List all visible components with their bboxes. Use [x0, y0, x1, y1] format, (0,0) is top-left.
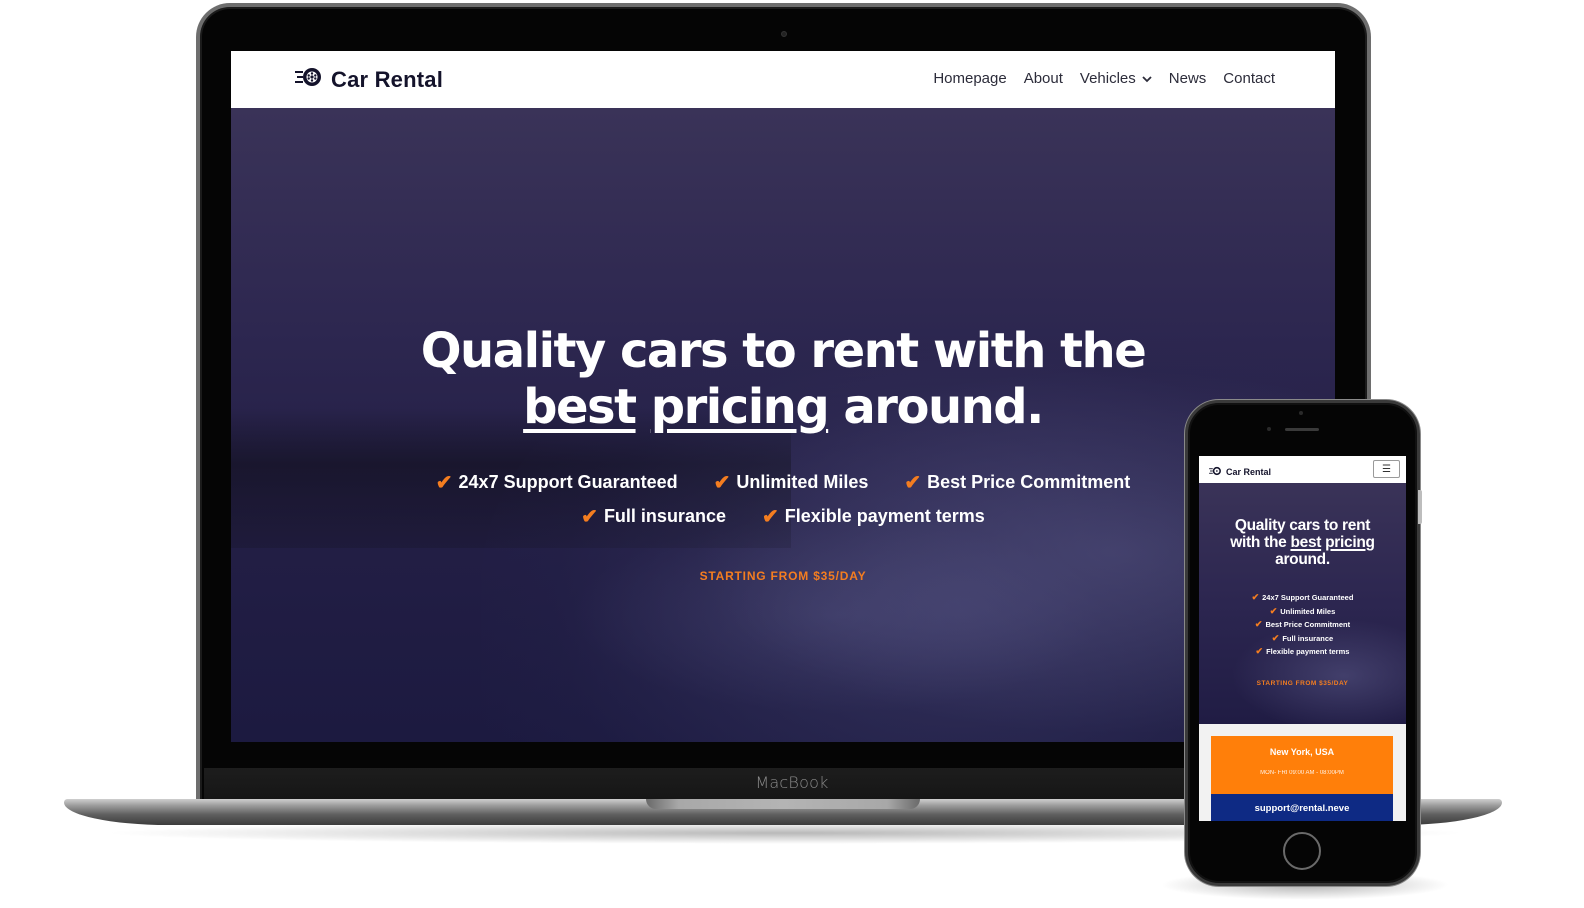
- phone-screen: Car Rental ☰ Quality cars to rent with t…: [1199, 456, 1406, 821]
- laptop-screen: Car Rental Homepage About Vehicles News …: [231, 51, 1335, 742]
- feature-item: ✔ 24x7 Support Guaranteed: [1251, 592, 1354, 602]
- site-header: Car Rental Homepage About Vehicles News …: [231, 51, 1335, 108]
- laptop-camera: [781, 31, 787, 37]
- hero-title: Quality cars to rent with the best prici…: [420, 323, 1147, 435]
- feature-item: ✔ Full insurance: [1271, 632, 1334, 643]
- nav-vehicles-label: Vehicles: [1079, 70, 1136, 87]
- location-city: New York, USA: [1269, 747, 1335, 757]
- support-email[interactable]: support@rental.neve: [1211, 794, 1393, 821]
- check-icon: ✔: [713, 472, 731, 494]
- feature-item: ✔ Flexible payment terms: [1255, 646, 1350, 657]
- phone-sensor: [1299, 411, 1303, 415]
- chevron-down-icon: [1142, 75, 1152, 82]
- phone-side-button: [1418, 490, 1422, 524]
- nav-contact[interactable]: Contact: [1223, 70, 1275, 87]
- check-icon: ✔: [1269, 605, 1278, 616]
- underline-best: best: [523, 379, 637, 435]
- check-icon: ✔: [581, 506, 598, 528]
- mobile-logo[interactable]: Car Rental: [1209, 463, 1271, 481]
- laptop-hinge-notch: [646, 799, 920, 809]
- check-icon: ✔: [1271, 632, 1280, 643]
- feature-list: ✔ 24x7 Support Guaranteed ✔ Unlimited Mile…: [231, 470, 1335, 538]
- mobile-hero: Quality cars to rent with the best prici…: [1199, 483, 1406, 724]
- phone-speaker: [1285, 428, 1319, 431]
- underline-pricing: pricing: [650, 379, 830, 435]
- location-card: New York, USA MON- FRI 09:00 AM - 08:00P…: [1211, 736, 1393, 794]
- mobile-brand-name: Car Rental: [1226, 467, 1272, 477]
- hamburger-icon: ☰: [1382, 463, 1391, 475]
- nav-news[interactable]: News: [1169, 70, 1207, 87]
- wheel-icon: [1209, 463, 1222, 481]
- mobile-feature-list: ✔ 24x7 Support Guaranteed ✔ Unlimited Mile…: [1199, 591, 1406, 659]
- check-icon: ✔: [1251, 592, 1260, 602]
- wheel-icon: [295, 66, 323, 93]
- hero-section: Quality cars to rent with the best prici…: [231, 108, 1335, 742]
- nav-homepage[interactable]: Homepage: [933, 70, 1006, 87]
- feature-item: ✔ Best Price Commitment: [904, 472, 1131, 494]
- nav-vehicles[interactable]: Vehicles: [1080, 70, 1152, 87]
- pricing-cta[interactable]: STARTING FROM $35/DAY: [231, 569, 1335, 583]
- feature-item: ✔ 24x7 Support Guaranteed: [435, 472, 678, 494]
- nav-about[interactable]: About: [1024, 70, 1063, 87]
- feature-item: ✔ Best Price Commitment: [1254, 619, 1351, 630]
- phone-home-button: [1283, 832, 1321, 870]
- opening-hours: MON- FRI 09:00 AM - 08:00PM: [1260, 770, 1344, 776]
- feature-item: ✔ Unlimited Miles: [1269, 605, 1336, 616]
- check-icon: ✔: [435, 472, 453, 494]
- hamburger-menu-button[interactable]: ☰: [1373, 460, 1400, 478]
- check-icon: ✔: [1254, 619, 1263, 630]
- mobile-header: Car Rental ☰: [1199, 456, 1406, 483]
- main-nav: Homepage About Vehicles News Contact: [933, 70, 1275, 87]
- check-icon: ✔: [904, 472, 922, 494]
- mobile-hero-title: Quality cars to rent with the best prici…: [1230, 517, 1375, 568]
- mobile-pricing-cta[interactable]: STARTING FROM $35/DAY: [1199, 680, 1406, 687]
- feature-item: ✔ Full insurance: [581, 506, 726, 528]
- check-icon: ✔: [1255, 646, 1264, 657]
- site-logo[interactable]: Car Rental: [295, 66, 443, 93]
- check-icon: ✔: [761, 506, 779, 528]
- phone-camera: [1267, 427, 1271, 431]
- feature-item: ✔ Flexible payment terms: [761, 506, 985, 528]
- feature-item: ✔ Unlimited Miles: [713, 472, 869, 494]
- brand-name: Car Rental: [331, 66, 444, 92]
